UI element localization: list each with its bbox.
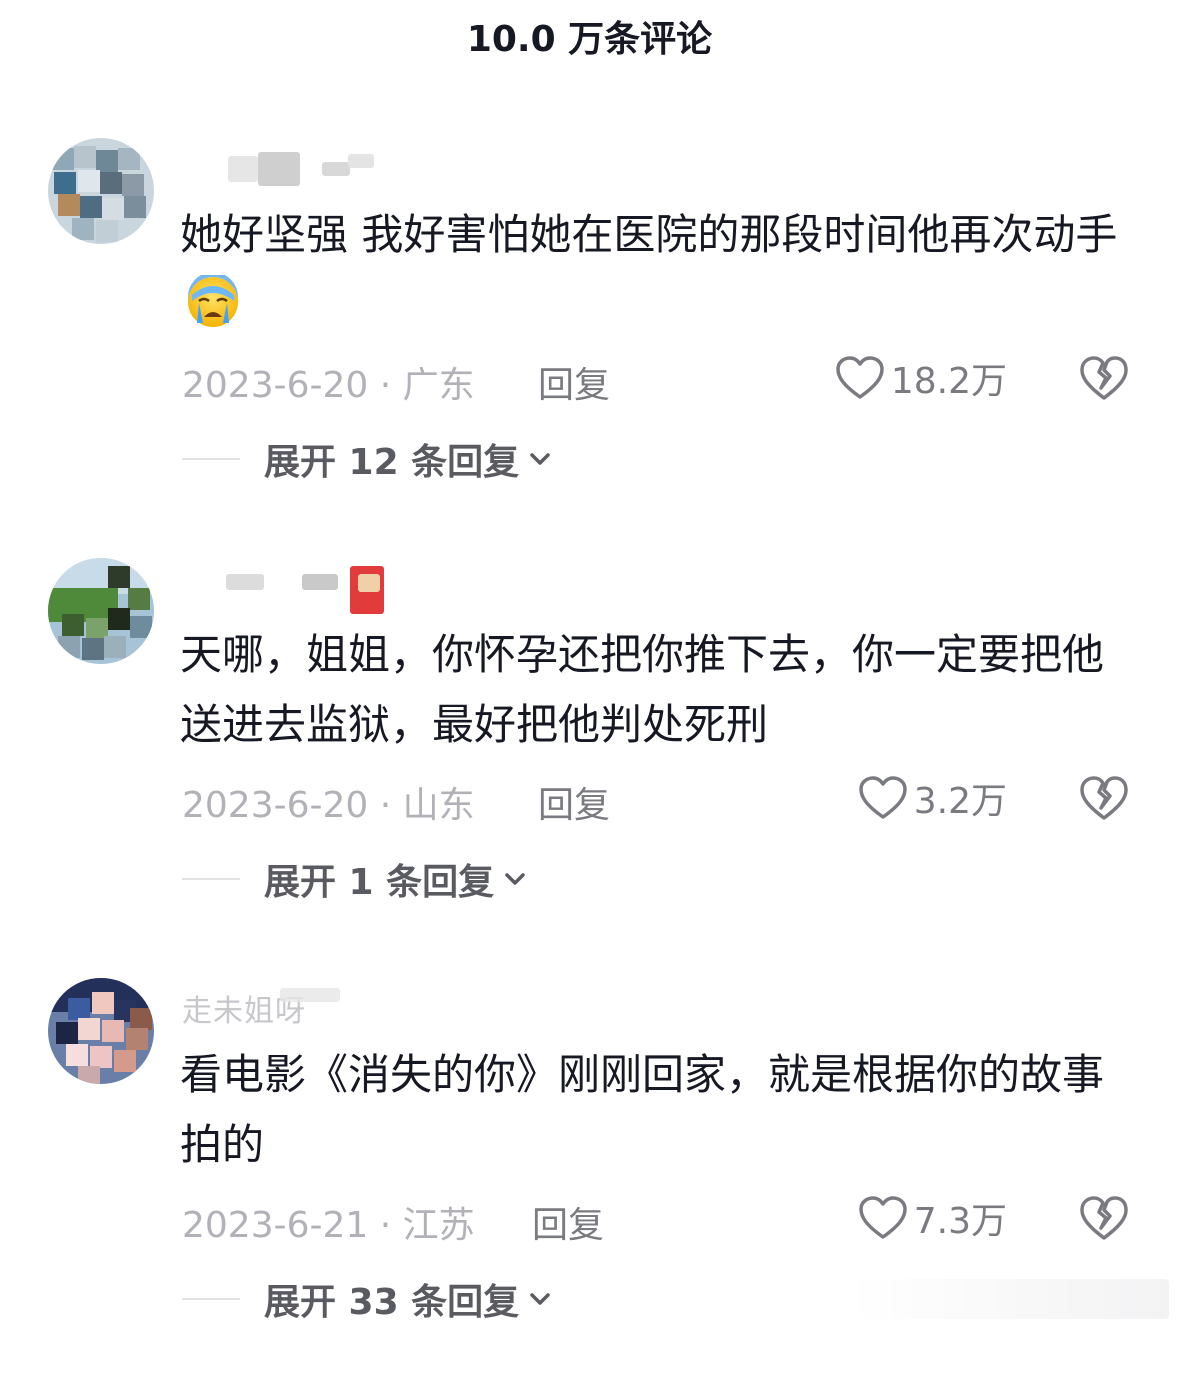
like-count: 18.2万 xyxy=(890,361,1007,402)
expand-replies-button[interactable]: 展开 33 条回复 xyxy=(182,1274,553,1324)
avatar[interactable] xyxy=(48,138,154,244)
watermark xyxy=(849,1279,1169,1319)
comment-item: 天哪，姐姐，你怀孕还把你推下去，你一定要把他送进去监狱，最好把他判处死刑 202… xyxy=(0,558,1179,978)
reply-button[interactable]: 回复 xyxy=(538,776,610,828)
divider xyxy=(182,458,240,460)
username[interactable]: 走未姐呀 xyxy=(182,986,402,1030)
divider xyxy=(182,878,240,880)
broken-heart-icon[interactable] xyxy=(1078,1192,1130,1244)
comment-item: 走未姐呀 看电影《消失的你》刚刚回家，就是根据你的故事拍的 2023-6-21 … xyxy=(0,978,1179,1398)
comment-date-location: 2023-6-21 · 江苏 xyxy=(182,1205,475,1246)
comment-text-content: 看电影《消失的你》刚刚回家，就是根据你的故事拍的 xyxy=(180,1050,1105,1169)
divider xyxy=(182,1298,240,1300)
like-count: 3.2万 xyxy=(913,781,1007,822)
heart-icon xyxy=(858,776,907,819)
comment-date-location: 2023-6-20 · 广东 xyxy=(182,365,475,406)
avatar[interactable] xyxy=(48,978,154,1084)
comment-text: 天哪，姐姐，你怀孕还把你推下去，你一定要把他送进去监狱，最好把他判处死刑 xyxy=(180,620,1120,760)
chevron-down-icon xyxy=(530,453,550,465)
comment-date-location: 2023-6-20 · 山东 xyxy=(182,785,475,826)
expand-replies-label: 展开 1 条回复 xyxy=(264,862,495,903)
avatar[interactable] xyxy=(48,558,154,664)
expand-replies-label: 展开 12 条回复 xyxy=(264,442,520,483)
like-count: 7.3万 xyxy=(913,1201,1007,1242)
comment-text: 她好坚强 我好害怕她在医院的那段时间他再次动手 xyxy=(180,200,1120,340)
comment-text-content: 她好坚强 我好害怕她在医院的那段时间他再次动手 xyxy=(180,210,1118,259)
reply-button[interactable]: 回复 xyxy=(532,1196,604,1248)
username[interactable] xyxy=(182,146,402,190)
username[interactable] xyxy=(182,566,402,614)
heart-icon xyxy=(836,356,884,399)
broken-heart-icon[interactable] xyxy=(1078,352,1130,404)
expand-replies-button[interactable]: 展开 1 条回复 xyxy=(182,854,528,904)
chevron-down-icon xyxy=(505,873,525,885)
comment-item: 她好坚强 我好害怕她在医院的那段时间他再次动手 2023-6-20 · 广东 回… xyxy=(0,138,1179,558)
reply-button[interactable]: 回复 xyxy=(538,356,610,408)
heart-icon xyxy=(858,1196,907,1239)
expand-replies-button[interactable]: 展开 12 条回复 xyxy=(182,434,553,484)
like-button[interactable]: 7.3万 xyxy=(858,1190,1007,1246)
broken-heart-icon[interactable] xyxy=(1078,772,1130,824)
expand-replies-label: 展开 33 条回复 xyxy=(264,1282,520,1323)
comments-count-title: 10.0 万条评论 xyxy=(466,19,713,60)
like-button[interactable]: 3.2万 xyxy=(858,770,1007,826)
crying-face-emoji xyxy=(188,275,238,327)
chevron-down-icon xyxy=(530,1293,550,1305)
like-button[interactable]: 18.2万 xyxy=(835,350,1007,406)
comment-text: 看电影《消失的你》刚刚回家，就是根据你的故事拍的 xyxy=(180,1040,1120,1180)
comment-text-content: 天哪，姐姐，你怀孕还把你推下去，你一定要把他送进去监狱，最好把他判处死刑 xyxy=(180,630,1105,749)
